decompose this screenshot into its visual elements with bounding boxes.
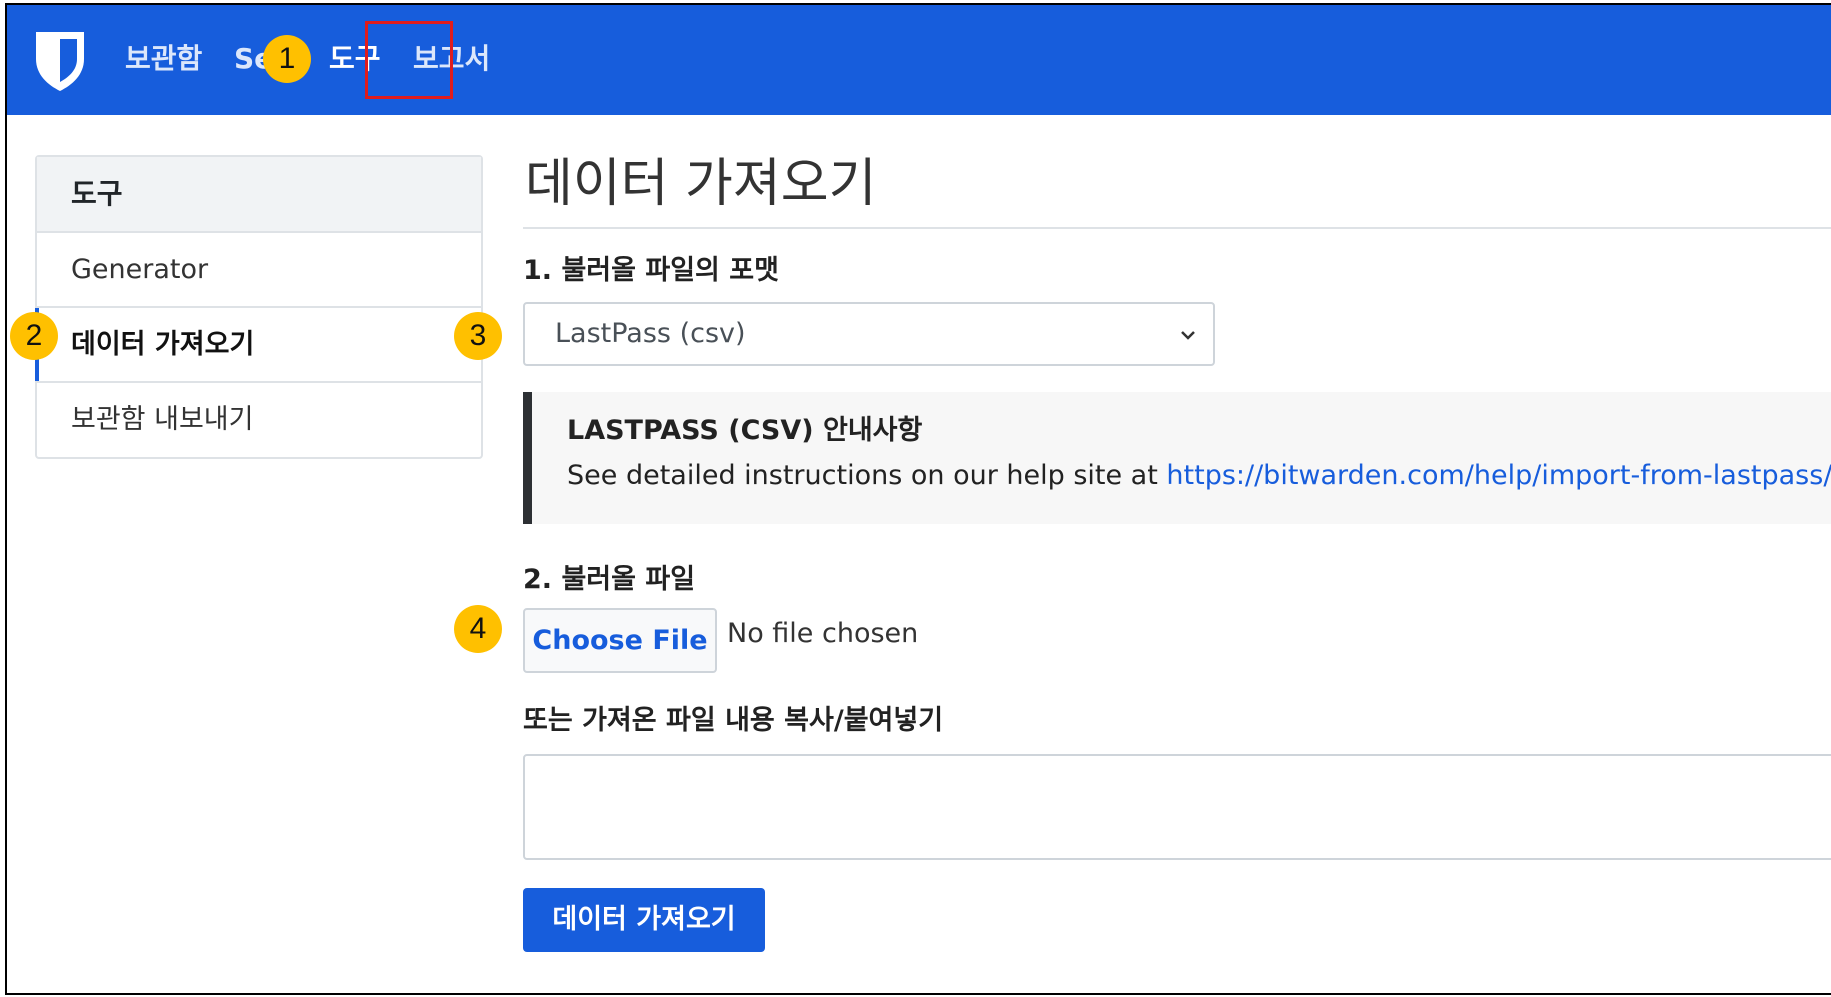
tools-sidebar: 도구 Generator 데이터 가져오기 보관함 내보내기 [35,155,483,459]
import-notice: LASTPASS (CSV) 안내사항 See detailed instruc… [523,392,1831,524]
step-marker-2: 2 [10,312,58,360]
nav-vault[interactable]: 보관함 [125,41,202,77]
format-label: 1. 불러올 파일의 포맷 [523,255,779,286]
bitwarden-shield-icon[interactable] [32,29,88,93]
step-marker-1: 1 [263,35,311,83]
sidebar-item-import-data[interactable]: 데이터 가져오기 [35,308,481,383]
chevron-down-icon [1181,331,1195,340]
step-marker-3: 3 [454,312,502,360]
file-label: 2. 불러올 파일 [523,564,696,595]
sidebar-header: 도구 [37,157,481,233]
file-contents-textarea[interactable] [523,754,1831,860]
step-marker-4: 4 [454,605,502,653]
import-data-button[interactable]: 데이터 가져오기 [523,888,765,952]
paste-label: 또는 가져온 파일 내용 복사/붙여넣기 [523,705,944,736]
notice-text: See detailed instructions on our help si… [567,460,1167,491]
import-main: 데이터 가져오기 1. 불러올 파일의 포맷 LastPass (csv) LA… [523,145,1831,952]
app-frame: 보관함 Se 도구 보고서 1 도구 Generator 데이터 가져오기 보관… [5,3,1831,995]
top-navbar: 보관함 Se 도구 보고서 1 [7,5,1831,115]
title-divider [523,227,1831,229]
notice-title: LASTPASS (CSV) 안내사항 [567,415,923,446]
choose-file-button[interactable]: Choose File [523,608,717,673]
notice-body: See detailed instructions on our help si… [567,460,1831,491]
sidebar-item-export-vault[interactable]: 보관함 내보내기 [37,383,481,458]
file-status: No file chosen [727,618,919,649]
help-link[interactable]: https://bitwarden.com/help/import-from-l… [1166,460,1831,491]
sidebar-item-generator[interactable]: Generator [37,233,481,308]
format-select-value: LastPass (csv) [555,318,746,349]
format-select[interactable]: LastPass (csv) [523,302,1215,366]
page-title: 데이터 가져오기 [525,154,877,214]
tools-highlight-box [365,21,453,99]
